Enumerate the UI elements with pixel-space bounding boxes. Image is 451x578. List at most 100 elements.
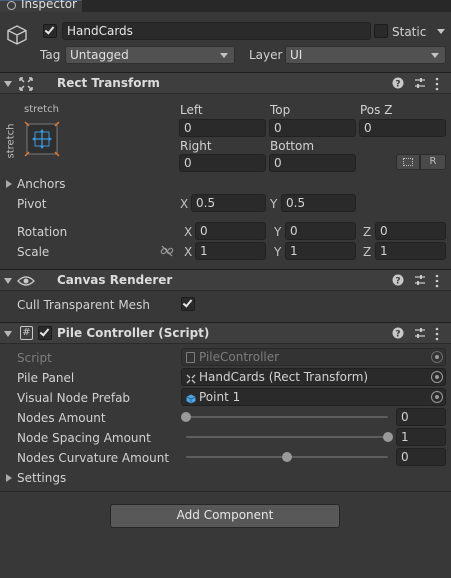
slider-thumb[interactable] [383,432,393,442]
pivot-x-field[interactable]: 0.5 [191,194,266,212]
rotation-z-field[interactable]: 0 [375,222,446,240]
script-field: PileController [181,348,446,366]
presets-sliders-icon[interactable] [414,327,426,342]
add-component-label: Add Component [176,508,274,522]
foldout-closed-icon[interactable] [6,474,12,482]
cube-icon [5,23,29,47]
inspector-tab[interactable]: Inspector [0,0,82,12]
static-dropdown-caret-icon[interactable] [437,29,445,34]
constrain-proportions-link-icon[interactable] [160,244,174,258]
rotation-y-axis-label: Y [274,225,282,239]
visual-node-prefab-field[interactable]: Point 1 [181,388,446,406]
kebab-menu-icon[interactable] [434,77,440,94]
kebab-menu-icon[interactable] [434,327,440,344]
scale-z-value: 1 [380,244,388,258]
bottom-field[interactable]: 0 [269,154,356,172]
node-spacing-amount-slider[interactable] [181,428,393,446]
pile-panel-value: HandCards (Rect Transform) [199,370,369,384]
help-icon[interactable]: ? [392,274,404,289]
nodes-amount-field[interactable]: 0 [396,408,446,426]
static-checkbox[interactable] [374,24,388,38]
nodes-curvature-amount-slider[interactable] [181,448,393,466]
scale-x-field[interactable]: 1 [195,242,266,260]
foldout-open-icon[interactable] [4,278,12,284]
right-field[interactable]: 0 [179,154,266,172]
slider-track [186,416,388,418]
rotation-z-axis-label: Z [363,225,372,239]
layer-dropdown[interactable]: UI [285,46,446,64]
add-component-button[interactable]: Add Component [110,504,340,528]
inspector-icon [7,1,16,10]
nodes-amount-slider[interactable] [181,408,393,426]
pile-controller-enabled-checkbox[interactable] [38,326,52,340]
scale-label: Scale [17,245,50,259]
anchors-label[interactable]: Anchors [17,177,66,191]
component-list-divider [0,491,451,492]
presets-sliders-icon[interactable] [414,77,426,92]
posz-field[interactable]: 0 [359,119,446,137]
rotation-x-value: 0 [200,224,208,238]
blueprint-mode-button[interactable] [396,154,420,170]
bottom-value: 0 [274,156,282,170]
node-spacing-amount-label: Node Spacing Amount [17,431,151,445]
canvas-renderer-header[interactable]: Canvas Renderer ? [0,269,451,291]
visual-node-prefab-label: Visual Node Prefab [17,391,131,405]
scale-z-field[interactable]: 1 [375,242,446,260]
pile-controller-header[interactable]: # Pile Controller (Script) ? [0,322,451,344]
foldout-closed-icon[interactable] [6,180,12,188]
pile-panel-field[interactable]: HandCards (Rect Transform) [181,368,446,386]
cull-transparent-mesh-label: Cull Transparent Mesh [17,298,150,312]
tag-dropdown[interactable]: Untagged [65,46,235,64]
scale-y-field[interactable]: 1 [285,242,356,260]
nodes-curvature-amount-value: 0 [401,450,409,464]
checkmark-icon [39,326,50,337]
prefab-cube-icon [186,392,196,404]
scale-y-axis-label: Y [274,245,282,259]
top-field[interactable]: 0 [269,119,356,137]
object-picker-icon[interactable] [431,391,443,403]
bottom-label: Bottom [270,139,315,153]
posz-label: Pos Z [360,103,393,117]
help-icon[interactable]: ? [392,327,404,342]
script-label: Script [17,351,52,365]
rotation-y-field[interactable]: 0 [285,222,356,240]
rotation-y-value: 0 [290,224,298,238]
node-spacing-amount-field[interactable]: 1 [396,428,446,446]
nodes-amount-label: Nodes Amount [17,411,106,425]
foldout-open-icon[interactable] [4,81,12,87]
pivot-y-field[interactable]: 0.5 [281,194,356,212]
foldout-open-icon[interactable] [4,331,12,337]
cull-transparent-mesh-checkbox[interactable] [181,297,195,311]
scale-z-axis-label: Z [363,245,372,259]
rect-transform-header[interactable]: Rect Transform ? [0,72,451,94]
svg-text:?: ? [395,330,400,340]
slider-thumb[interactable] [282,452,292,462]
visual-node-prefab-value: Point 1 [199,390,241,404]
svg-text:?: ? [395,80,400,90]
raw-edit-label: R [429,156,437,167]
scale-x-axis-label: X [184,245,193,259]
rect-transform-small-icon [186,372,196,384]
object-picker-icon [431,351,443,363]
raw-edit-button[interactable]: R [420,154,446,170]
gameobject-name-field[interactable]: HandCards [62,22,371,40]
right-value: 0 [184,156,192,170]
gameobject-active-checkbox[interactable] [43,24,57,38]
help-icon[interactable]: ? [392,77,404,92]
blueprint-icon [403,158,413,166]
left-field[interactable]: 0 [179,119,266,137]
slider-thumb[interactable] [181,412,191,422]
pivot-x-value: 0.5 [196,196,216,210]
kebab-menu-icon[interactable] [434,274,440,291]
pivot-x-axis-label: X [180,197,189,211]
object-picker-icon[interactable] [431,371,443,383]
settings-foldout-label[interactable]: Settings [17,471,66,485]
nodes-curvature-amount-label: Nodes Curvature Amount [17,451,170,465]
anchor-preset-button[interactable] [24,121,60,157]
right-label: Right [180,139,212,153]
presets-sliders-icon[interactable] [414,274,426,289]
top-value: 0 [274,121,282,135]
nodes-curvature-amount-field[interactable]: 0 [396,448,446,466]
pivot-y-value: 0.5 [286,196,306,210]
rotation-x-field[interactable]: 0 [195,222,266,240]
